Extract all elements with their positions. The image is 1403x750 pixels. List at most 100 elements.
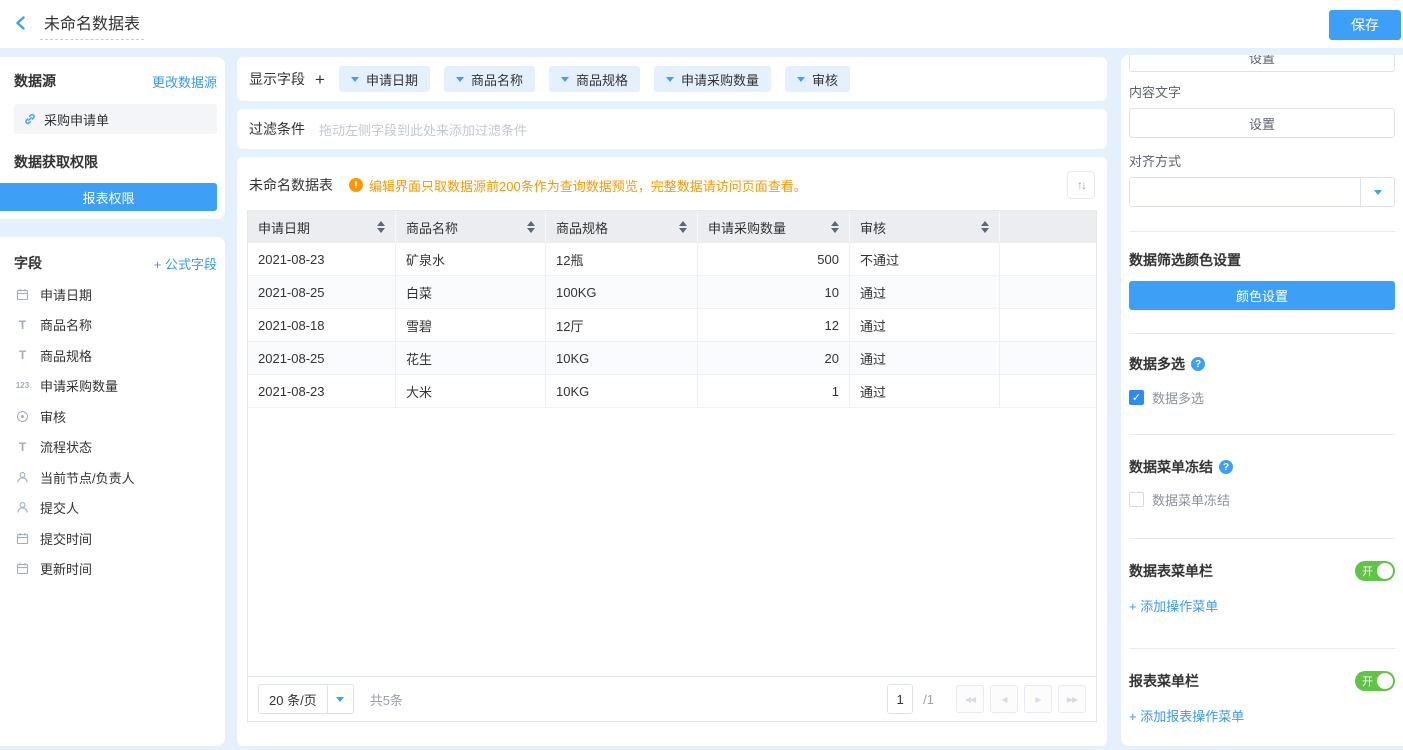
- save-button[interactable]: 保存: [1329, 10, 1401, 40]
- align-select-arrow: [1360, 178, 1394, 206]
- field-item[interactable]: T流程状态: [14, 432, 217, 463]
- menu-freeze-title: 数据菜单冻结: [1129, 457, 1213, 477]
- datasource-panel: 数据源 更改数据源 采购申请单 数据获取权限 报表权限: [0, 57, 225, 219]
- add-display-field-button[interactable]: +: [315, 71, 325, 88]
- field-item[interactable]: 提交时间: [14, 523, 217, 554]
- display-field-chip[interactable]: 商品名称: [444, 66, 535, 92]
- person-icon: [14, 471, 31, 484]
- chip-label: 审核: [812, 70, 838, 89]
- column-header[interactable]: 商品名称: [396, 211, 546, 243]
- filter-panel[interactable]: 过滤条件 拖动左侧字段到此处来添加过滤条件: [237, 109, 1107, 149]
- datasource-name: 采购申请单: [44, 110, 109, 129]
- page-indicator: /1: [923, 692, 934, 707]
- back-button[interactable]: [6, 9, 36, 39]
- table-row[interactable]: 2021-08-25花生10KG20通过: [248, 342, 1096, 375]
- table-cell: 10: [698, 276, 850, 308]
- table-cell: [1000, 375, 1096, 407]
- text-icon: T: [14, 348, 31, 362]
- help-icon[interactable]: ?: [1191, 357, 1205, 371]
- field-item[interactable]: 更新时间: [14, 554, 217, 585]
- header-text-setting-button[interactable]: 设置: [1129, 55, 1395, 72]
- display-field-chip[interactable]: 申请日期: [339, 66, 430, 92]
- content-text-setting-button[interactable]: 设置: [1129, 108, 1395, 138]
- table-cell: 不通过: [850, 243, 1000, 275]
- next-page-button[interactable]: ▶: [1024, 685, 1052, 713]
- chip-label: 商品名称: [471, 70, 523, 89]
- sorter-icon[interactable]: [831, 221, 839, 233]
- page-title[interactable]: 未命名数据表: [40, 8, 144, 40]
- datasource-item[interactable]: 采购申请单: [14, 104, 217, 134]
- align-select[interactable]: [1129, 177, 1395, 207]
- table-menubar-toggle[interactable]: 开: [1355, 561, 1395, 581]
- checkbox-unchecked[interactable]: [1129, 492, 1144, 507]
- report-permission-button[interactable]: 报表权限: [0, 183, 217, 211]
- table-row[interactable]: 2021-08-18雪碧12厅12通过: [248, 309, 1096, 342]
- report-menubar-toggle[interactable]: 开: [1355, 671, 1395, 691]
- sorter-icon[interactable]: [981, 221, 989, 233]
- page-size-dropdown-arrow: [327, 685, 353, 713]
- add-action-menu-link[interactable]: + 添加操作菜单: [1129, 596, 1395, 615]
- chip-label: 申请采购数量: [681, 70, 759, 89]
- field-item[interactable]: 审核: [14, 401, 217, 432]
- color-setting-button[interactable]: 颜色设置: [1129, 281, 1395, 310]
- datasource-title: 数据源: [14, 71, 56, 91]
- sorter-icon[interactable]: [679, 221, 687, 233]
- table-cell: 大米: [396, 375, 546, 407]
- add-formula-field-link[interactable]: + 公式字段: [154, 254, 217, 273]
- table-menubar-title: 数据表菜单栏: [1129, 561, 1213, 581]
- calendar-icon: [14, 288, 31, 301]
- change-datasource-link[interactable]: 更改数据源: [152, 72, 217, 91]
- prev-page-button[interactable]: ◀: [990, 685, 1018, 713]
- field-item-label: 更新时间: [40, 559, 92, 578]
- radio-icon: [14, 411, 31, 422]
- table-row[interactable]: 2021-08-25白菜100KG10通过: [248, 276, 1096, 309]
- display-field-chip[interactable]: 审核: [785, 66, 850, 92]
- add-report-action-menu-link[interactable]: + 添加报表操作菜单: [1129, 706, 1395, 725]
- column-header-label: 申请采购数量: [708, 218, 786, 237]
- link-icon: [23, 112, 37, 126]
- multi-select-checkbox-label: 数据多选: [1152, 388, 1204, 407]
- sort-order-button[interactable]: ↑↓: [1067, 171, 1095, 199]
- table-cell: 通过: [850, 375, 1000, 407]
- multi-select-checkbox-row[interactable]: ✓ 数据多选: [1129, 388, 1395, 407]
- warning-text: 编辑界面只取数据源前200条作为查询数据预览，完整数据请访问页面查看。: [369, 176, 807, 195]
- current-page-input[interactable]: 1: [887, 684, 913, 714]
- page-size-select[interactable]: 20 条/页: [258, 684, 354, 714]
- table-cell: 100KG: [546, 276, 698, 308]
- sorter-icon[interactable]: [377, 221, 385, 233]
- field-item[interactable]: 123申请采购数量: [14, 371, 217, 402]
- table-panel: 未命名数据表 ! 编辑界面只取数据源前200条作为查询数据预览，完整数据请访问页…: [237, 157, 1107, 746]
- field-item[interactable]: 当前节点/负责人: [14, 462, 217, 493]
- field-item[interactable]: T 商品规格: [14, 340, 217, 371]
- table-row[interactable]: 2021-08-23大米10KG1通过: [248, 375, 1096, 408]
- help-icon[interactable]: ?: [1219, 460, 1233, 474]
- sorter-icon[interactable]: [527, 221, 535, 233]
- menu-freeze-checkbox-row[interactable]: 数据菜单冻结: [1129, 490, 1395, 509]
- align-select-value: [1130, 178, 1360, 206]
- column-header: [1000, 211, 1096, 243]
- display-field-chip[interactable]: 商品规格: [549, 66, 640, 92]
- checkbox-checked[interactable]: ✓: [1129, 390, 1144, 405]
- filter-placeholder: 拖动左侧字段到此处来添加过滤条件: [319, 120, 527, 139]
- column-header[interactable]: 商品规格: [546, 211, 698, 243]
- field-item[interactable]: T商品名称: [14, 310, 217, 341]
- table-row[interactable]: 2021-08-23矿泉水12瓶500不通过: [248, 243, 1096, 276]
- toggle-on-label: 开: [1362, 563, 1373, 579]
- display-field-chip[interactable]: 申请采购数量: [654, 66, 771, 92]
- field-item-label: 商品规格: [40, 346, 92, 365]
- table-header-row: 申请日期商品名称商品规格申请采购数量 审核: [248, 211, 1096, 243]
- color-filter-title: 数据筛选颜色设置: [1129, 250, 1395, 270]
- column-header[interactable]: 申请日期: [248, 211, 396, 243]
- table-cell: 雪碧: [396, 309, 546, 341]
- table-body: 2021-08-23矿泉水12瓶500不通过2021-08-25白菜100KG1…: [248, 243, 1096, 408]
- field-item-label: 商品名称: [40, 315, 92, 334]
- first-page-button[interactable]: ◀◀: [956, 685, 984, 713]
- table-cell: 2021-08-23: [248, 243, 396, 275]
- field-item[interactable]: 提交人: [14, 493, 217, 524]
- last-page-button[interactable]: ▶▶: [1058, 685, 1086, 713]
- column-header[interactable]: 申请采购数量: [698, 211, 850, 243]
- table-cell: 白菜: [396, 276, 546, 308]
- chevron-left-icon: [14, 16, 28, 33]
- column-header[interactable]: 审核: [850, 211, 1000, 243]
- field-item[interactable]: 申请日期: [14, 279, 217, 310]
